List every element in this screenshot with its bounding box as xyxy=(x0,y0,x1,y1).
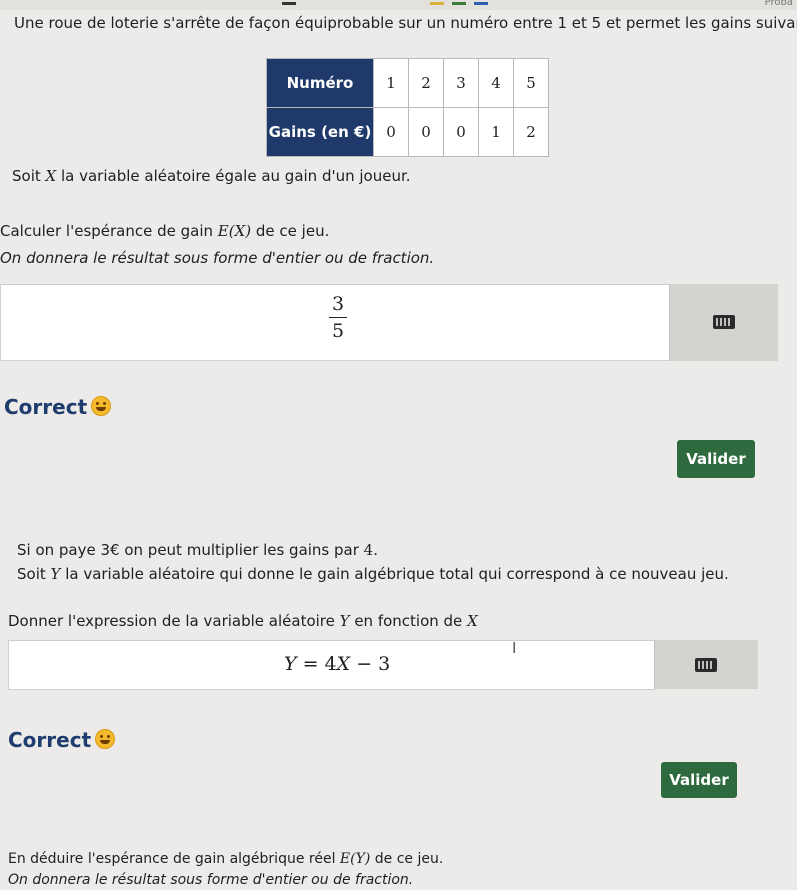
table-cell: 0 xyxy=(373,107,409,157)
q2-context: Si on paye 3€ on peut multiplier les gai… xyxy=(17,541,378,559)
text: En déduire l'espérance de gain algébriqu… xyxy=(8,851,340,867)
q1-prompt: Calculer l'espérance de gain E(X) de ce … xyxy=(0,222,329,240)
text: de ce jeu. xyxy=(251,222,330,240)
text: Soit xyxy=(12,167,46,185)
q2-submit-button[interactable]: Valider xyxy=(661,762,737,798)
table-cell: 1 xyxy=(478,107,514,157)
table-cell: 4 xyxy=(478,58,514,108)
table-row: Numéro 1 2 3 4 5 xyxy=(266,58,549,108)
keyboard-icon xyxy=(695,658,717,672)
fraction-denominator: 5 xyxy=(332,320,345,342)
top-toolbar-strip: Proba xyxy=(0,0,797,10)
toolbar-mark-icon xyxy=(474,2,488,5)
smiley-icon xyxy=(91,396,112,416)
table-cell: 5 xyxy=(513,58,549,108)
gains-table: Numéro 1 2 3 4 5 Gains (en €) 0 0 0 1 2 xyxy=(266,58,549,157)
math-var: Y xyxy=(339,612,350,630)
q1-virtual-keyboard-toggle[interactable] xyxy=(669,284,778,361)
text: Calculer l'espérance de gain xyxy=(0,222,218,240)
math-text: = 4 xyxy=(296,653,337,675)
problem-intro: Une roue de loterie s'arrête de façon éq… xyxy=(14,14,797,32)
q2-feedback: Correct xyxy=(8,728,116,752)
math-var: X xyxy=(467,612,478,630)
text: la variable aléatoire qui donne le gain … xyxy=(60,565,729,583)
text: Soit xyxy=(17,565,51,583)
table-cell: 0 xyxy=(443,107,479,157)
table-cell: 3 xyxy=(443,58,479,108)
text: de ce jeu. xyxy=(370,851,444,867)
keyboard-icon xyxy=(713,315,735,329)
table-cell: 2 xyxy=(513,107,549,157)
math-var: X xyxy=(336,653,351,675)
answer-expression: Y = 4X − 3 xyxy=(284,653,390,675)
q2-prompt: Donner l'expression de la variable aléat… xyxy=(8,612,478,630)
math-number: 4. xyxy=(363,541,378,559)
math-var: X xyxy=(45,167,57,185)
q2-variable-definition: Soit Y la variable aléatoire qui donne l… xyxy=(17,565,729,583)
math-var: Y xyxy=(284,653,297,675)
table-cell: 0 xyxy=(408,107,444,157)
table-cell: 2 xyxy=(408,58,444,108)
q3-prompt: En déduire l'espérance de gain algébriqu… xyxy=(8,851,443,867)
q1-instruction: On donnera le résultat sous forme d'enti… xyxy=(0,249,435,267)
math-expression: E(Y) xyxy=(339,851,371,867)
q1-feedback: Correct xyxy=(4,395,112,419)
text: en fonction de xyxy=(349,612,468,630)
toolbar-mark-icon xyxy=(282,2,296,5)
variable-definition: Soit X la variable aléatoire égale au ga… xyxy=(12,167,411,185)
table-header-gains: Gains (en €) xyxy=(266,107,374,157)
feedback-text: Correct xyxy=(8,728,92,752)
app-label: Proba xyxy=(764,0,793,8)
q2-answer-field[interactable]: Y = 4X − 3 I xyxy=(8,639,655,690)
text: la variable aléatoire égale au gain d'un… xyxy=(56,167,411,185)
math-expression: E(X) xyxy=(217,222,252,240)
toolbar-mark-icon xyxy=(452,2,466,5)
math-text: − 3 xyxy=(350,653,391,675)
text: Si on paye 3€ on peut multiplier les gai… xyxy=(17,541,364,559)
table-cell: 1 xyxy=(373,58,409,108)
text-cursor-icon: I xyxy=(512,639,517,657)
math-var: Y xyxy=(50,565,61,583)
q1-submit-button[interactable]: Valider xyxy=(677,440,755,478)
q3-instruction: On donnera le résultat sous forme d'enti… xyxy=(8,872,414,888)
q1-answer-field[interactable]: 3 5 xyxy=(0,284,670,361)
toolbar-mark-icon xyxy=(430,2,444,5)
fraction-bar xyxy=(329,317,348,318)
smiley-icon xyxy=(95,729,116,749)
table-row: Gains (en €) 0 0 0 1 2 xyxy=(266,107,549,157)
answer-fraction: 3 5 xyxy=(329,293,348,342)
fraction-numerator: 3 xyxy=(332,293,345,315)
feedback-text: Correct xyxy=(4,395,88,419)
q2-virtual-keyboard-toggle[interactable] xyxy=(654,640,758,689)
table-header-numero: Numéro xyxy=(266,58,374,108)
text: Donner l'expression de la variable aléat… xyxy=(8,612,340,630)
